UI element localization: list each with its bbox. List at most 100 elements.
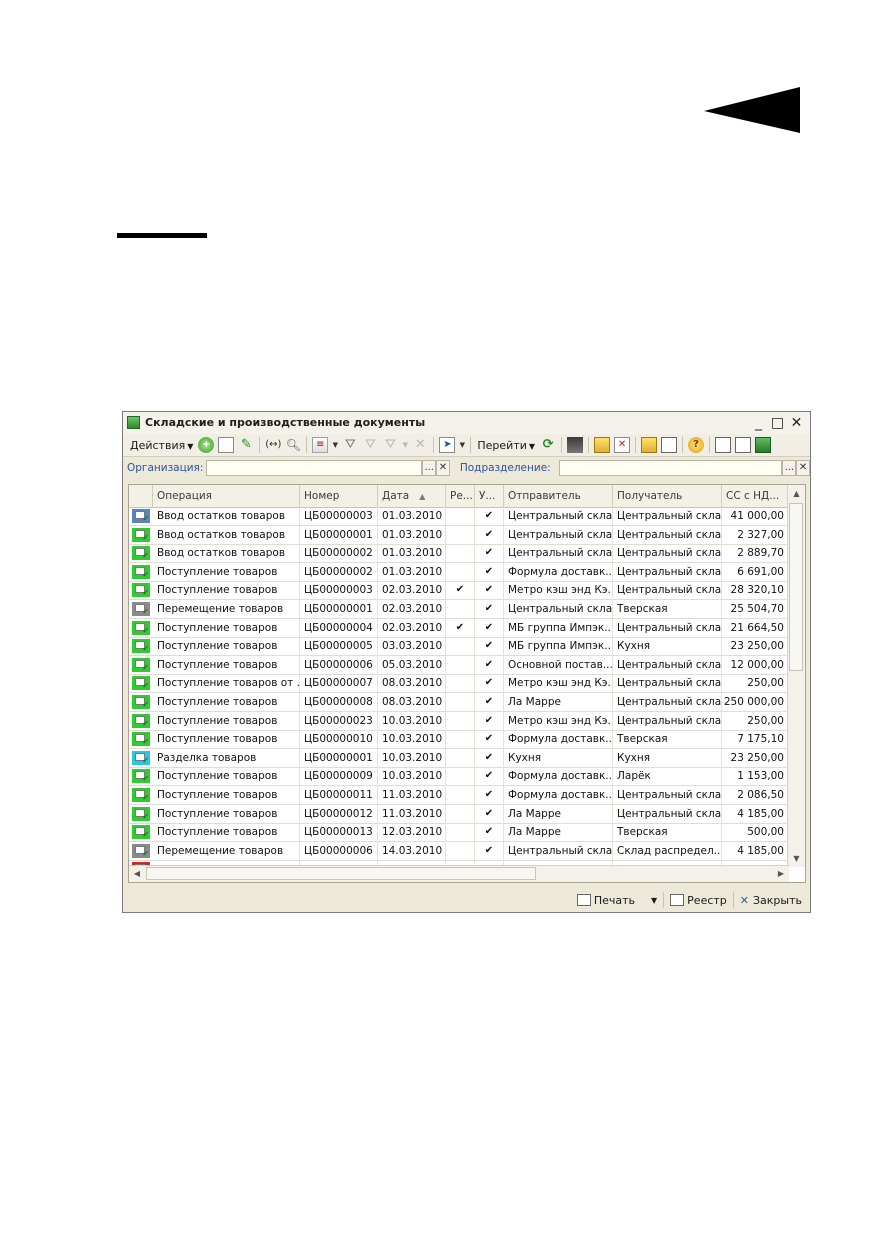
column-header-date[interactable]: Дата ▲ — [378, 485, 446, 507]
table-row[interactable]: ✔ Ввод остатков товаров ЦБ00000003 01.03.20… — [129, 507, 789, 526]
table-row[interactable]: ✔ Поступление товаров ЦБ00000006 05.03.2010… — [129, 655, 789, 675]
cell-amount: 1 153,00 — [722, 767, 789, 786]
post-icon[interactable]: ➤ — [439, 437, 456, 453]
structure-icon[interactable] — [567, 437, 584, 453]
goto-menu[interactable]: Перейти ▼ — [474, 439, 538, 452]
column-header-operation[interactable]: Операция — [153, 485, 300, 507]
document-status-icon: ✔ — [132, 806, 150, 821]
table-row[interactable]: ✔ Поступление товаров ЦБ00000005 03.03.2010… — [129, 637, 789, 657]
division-clear-button[interactable]: ✕ — [796, 460, 810, 476]
chevron-down-icon[interactable]: ▼ — [332, 437, 338, 453]
table-row[interactable]: ✔ Поступление товаров ЦБ00000011 11.03.2010… — [129, 786, 789, 805]
table-row[interactable]: ✔ Поступление товаров ЦБ00000012 11.03.2010… — [129, 804, 789, 824]
scroll-right-icon[interactable]: ▶ — [773, 866, 789, 882]
copy-icon[interactable] — [218, 437, 235, 453]
horizontal-scrollbar[interactable]: ◀ ▶ — [129, 865, 789, 882]
filter-clear-icon[interactable]: ⛛ — [362, 437, 378, 453]
column-header-u[interactable]: У... — [475, 485, 504, 507]
table-settings-icon[interactable] — [641, 437, 658, 453]
table-row[interactable]: ✔ Перемещение товаров ЦБ00000001 02.03.2010… — [129, 600, 789, 619]
column-header-receiver[interactable]: Получатель — [613, 485, 722, 507]
vertical-scroll-thumb[interactable] — [789, 503, 803, 671]
documents-table[interactable]: Операция Номер Дата ▲ Ре... У... Отправит… — [128, 484, 806, 883]
upload-icon[interactable] — [594, 437, 611, 453]
division-select-button[interactable]: ... — [782, 460, 797, 476]
actions-menu[interactable]: Действия ▼ — [127, 439, 196, 452]
toolbar-separator — [470, 437, 472, 453]
cell-operation: Ввод остатков товаров — [153, 507, 300, 525]
cell-u: ✔ — [475, 786, 504, 804]
scroll-left-icon[interactable]: ◀ — [129, 866, 145, 882]
cell-receiver: Центральный склад — [613, 507, 722, 525]
table-row[interactable]: ✔ Поступление товаров ЦБ00000004 02.03.2010… — [129, 618, 789, 638]
list-icon[interactable] — [735, 437, 752, 453]
organization-clear-button[interactable]: ✕ — [436, 460, 450, 476]
interval-icon[interactable]: (↔) — [265, 437, 281, 453]
sort-icon[interactable]: ≡ — [312, 437, 329, 453]
search-icon[interactable]: 🔍︎ — [285, 437, 301, 453]
refresh-icon[interactable]: ⟳ — [540, 437, 556, 453]
table-icon[interactable] — [661, 437, 678, 453]
cell-number: ЦБ00000003 — [300, 581, 378, 600]
help-icon[interactable]: ? — [688, 437, 705, 453]
cell-amount: 2 889,70 — [722, 544, 789, 563]
table-row[interactable]: ✔ Поступление товаров ЦБ00000003 02.03.2010… — [129, 581, 789, 601]
column-header-amount[interactable]: СС с НД... — [722, 485, 789, 507]
toolbar-separator — [588, 437, 590, 453]
table-row[interactable]: ✔ Поступление товаров ЦБ00000023 10.03.2010… — [129, 711, 789, 731]
chevron-down-icon: ▼ — [187, 441, 194, 451]
edit-icon[interactable]: ✎ — [238, 437, 254, 453]
posted-check-icon: ✔ — [142, 532, 149, 542]
filter-off-icon[interactable]: ✕ — [412, 437, 428, 453]
filter-icon[interactable]: ⛛ — [342, 437, 358, 453]
column-header-number[interactable]: Номер — [300, 485, 378, 507]
column-header-sender[interactable]: Отправитель — [504, 485, 613, 507]
cell-receiver: Центральный склад — [613, 581, 722, 600]
cell-re — [446, 562, 475, 581]
close-window-button[interactable]: ✕ — [787, 414, 806, 432]
table-row[interactable]: ✔ Разделка товаров ЦБ00000001 10.03.2010 ✔ Ку… — [129, 748, 789, 768]
scroll-down-icon[interactable]: ▼ — [788, 850, 805, 867]
cell-u: ✔ — [475, 525, 504, 544]
posted-check-icon: ✔ — [142, 662, 149, 672]
delete-icon[interactable]: ✕ — [614, 437, 631, 453]
table-row[interactable]: ✔ Поступление товаров ЦБ00000002 01.03.2010… — [129, 562, 789, 582]
table-row[interactable]: ✔ Ввод остатков товаров ЦБ00000001 01.03.20… — [129, 525, 789, 545]
minimize-button[interactable]: _ — [749, 414, 768, 432]
cell-date: 01.03.2010 — [378, 544, 446, 563]
tree-icon[interactable] — [715, 437, 732, 453]
vertical-scrollbar[interactable]: ▲ ▼ — [787, 485, 805, 867]
close-button[interactable]: ✕ Закрыть — [736, 894, 806, 907]
posted-check-icon: ✔ — [142, 681, 149, 691]
chevron-down-icon[interactable]: ▼ — [459, 437, 465, 453]
chevron-down-icon[interactable]: ▼ — [651, 896, 657, 905]
table-row[interactable]: ✔ Поступление товаров ЦБ00000010 10.03.2010… — [129, 730, 789, 750]
table-row[interactable]: ✔ Ввод остатков товаров ЦБ00000002 01.03.20… — [129, 544, 789, 564]
table-row[interactable]: ✔ Поступление товаров ЦБ00000009 10.03.2010… — [129, 767, 789, 787]
column-header-re[interactable]: Ре... — [446, 485, 475, 507]
registry-button[interactable]: Реестр — [666, 894, 731, 907]
chevron-down-icon[interactable]: ▼ — [402, 437, 408, 453]
cell-u: ✔ — [475, 674, 504, 693]
column-header-icon[interactable] — [129, 485, 153, 507]
table-row[interactable]: ✔ Перемещение товаров ЦБ00000006 14.03.2010… — [129, 841, 789, 861]
organization-input[interactable] — [206, 460, 423, 476]
add-icon[interactable]: + — [198, 437, 215, 453]
table-row[interactable]: ✔ Поступление товаров от ... ЦБ00000007 08.… — [129, 674, 789, 694]
table-row[interactable]: ✔ Поступление товаров ЦБ00000013 12.03.2010… — [129, 823, 789, 843]
table-header: Операция Номер Дата ▲ Ре... У... Отправит… — [129, 485, 789, 508]
maximize-button[interactable]: □ — [768, 414, 787, 432]
cell-receiver: Тверская — [613, 600, 722, 618]
table-row[interactable]: ✔ Поступление товаров ЦБ00000008 08.03.2010… — [129, 693, 789, 712]
filter-list-icon[interactable]: ⛛ — [382, 437, 398, 453]
division-input[interactable] — [558, 460, 783, 476]
cell-re — [446, 544, 475, 563]
cell-receiver: Центральный склад — [613, 674, 722, 693]
print-button[interactable]: Печать ▼ — [573, 894, 661, 907]
organization-select-button[interactable]: ... — [422, 460, 437, 476]
cell-amount: 4 185,00 — [722, 804, 789, 823]
scroll-up-icon[interactable]: ▲ — [788, 485, 805, 502]
horizontal-scroll-thumb[interactable] — [146, 867, 536, 880]
excel-icon[interactable] — [755, 437, 772, 453]
cell-operation: Поступление товаров — [153, 562, 300, 581]
